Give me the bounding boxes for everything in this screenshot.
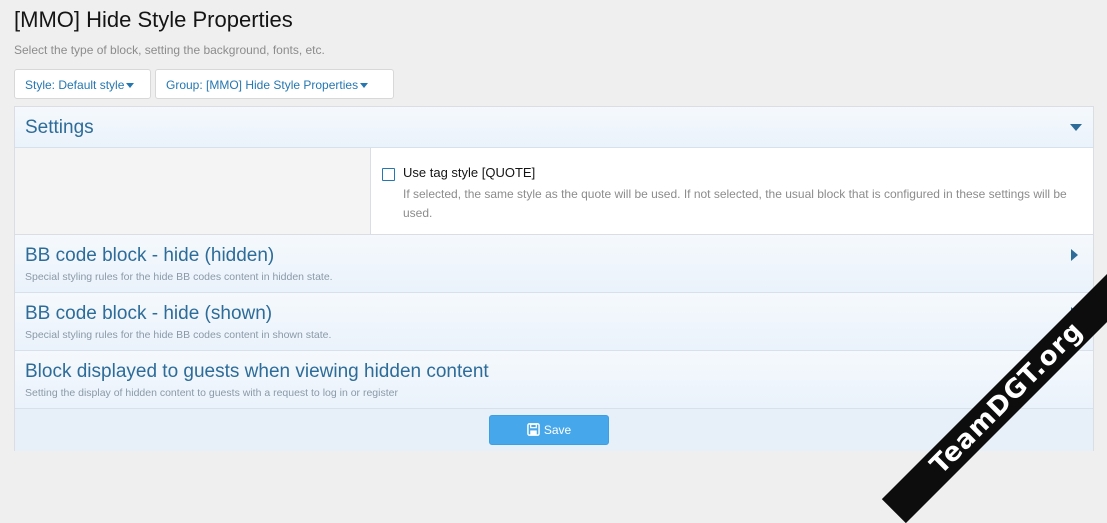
- section-hidden-title: BB code block - hide (hidden): [25, 245, 275, 266]
- section-guests-header[interactable]: Block displayed to guests when viewing h…: [15, 351, 1093, 408]
- floppy-disk-icon: [526, 423, 540, 436]
- section-shown-header[interactable]: BB code block - hide (shown) Special sty…: [15, 293, 1093, 351]
- use-quote-style-label[interactable]: Use tag style [QUOTE]: [403, 165, 535, 181]
- section-hidden-header[interactable]: BB code block - hide (hidden) Special st…: [15, 235, 1093, 293]
- expand-triangle-right-icon[interactable]: [1071, 249, 1078, 261]
- caret-down-icon: [360, 83, 369, 88]
- section-settings-title: Settings: [25, 117, 94, 138]
- page-description: Select the type of block, setting the ba…: [14, 43, 325, 57]
- caret-down-icon: [126, 83, 135, 88]
- section-shown-subtitle: Special styling rules for the hide BB co…: [25, 329, 332, 341]
- section-shown-title: BB code block - hide (shown): [25, 303, 273, 324]
- page-title: [MMO] Hide Style Properties: [14, 7, 293, 32]
- use-quote-style-hint: If selected, the same style as the quote…: [403, 187, 1067, 220]
- option-row-input-cell: Use tag style [QUOTE] If selected, the s…: [371, 148, 1093, 235]
- form-submit-row: Save: [15, 408, 1093, 451]
- group-filter-label: Group: [MMO] Hide Style Properties: [166, 78, 359, 92]
- style-filter-label: Style: Default style: [25, 78, 125, 92]
- style-filter-button[interactable]: Style: Default style: [14, 69, 151, 99]
- style-properties-block: Settings Use tag style [QUOTE] If select…: [14, 106, 1094, 451]
- option-row-label-cell: [15, 148, 371, 235]
- save-button[interactable]: Save: [489, 415, 609, 445]
- group-filter-button[interactable]: Group: [MMO] Hide Style Properties: [155, 69, 394, 99]
- use-quote-style-checkbox[interactable]: [382, 168, 395, 181]
- collapse-triangle-down-icon[interactable]: [1070, 124, 1082, 131]
- section-guests-subtitle: Setting the display of hidden content to…: [25, 387, 398, 399]
- section-guests-title: Block displayed to guests when viewing h…: [25, 361, 489, 382]
- section-hidden-subtitle: Special styling rules for the hide BB co…: [25, 271, 333, 283]
- save-label: Save: [543, 423, 572, 437]
- section-settings-header[interactable]: Settings: [15, 107, 1093, 148]
